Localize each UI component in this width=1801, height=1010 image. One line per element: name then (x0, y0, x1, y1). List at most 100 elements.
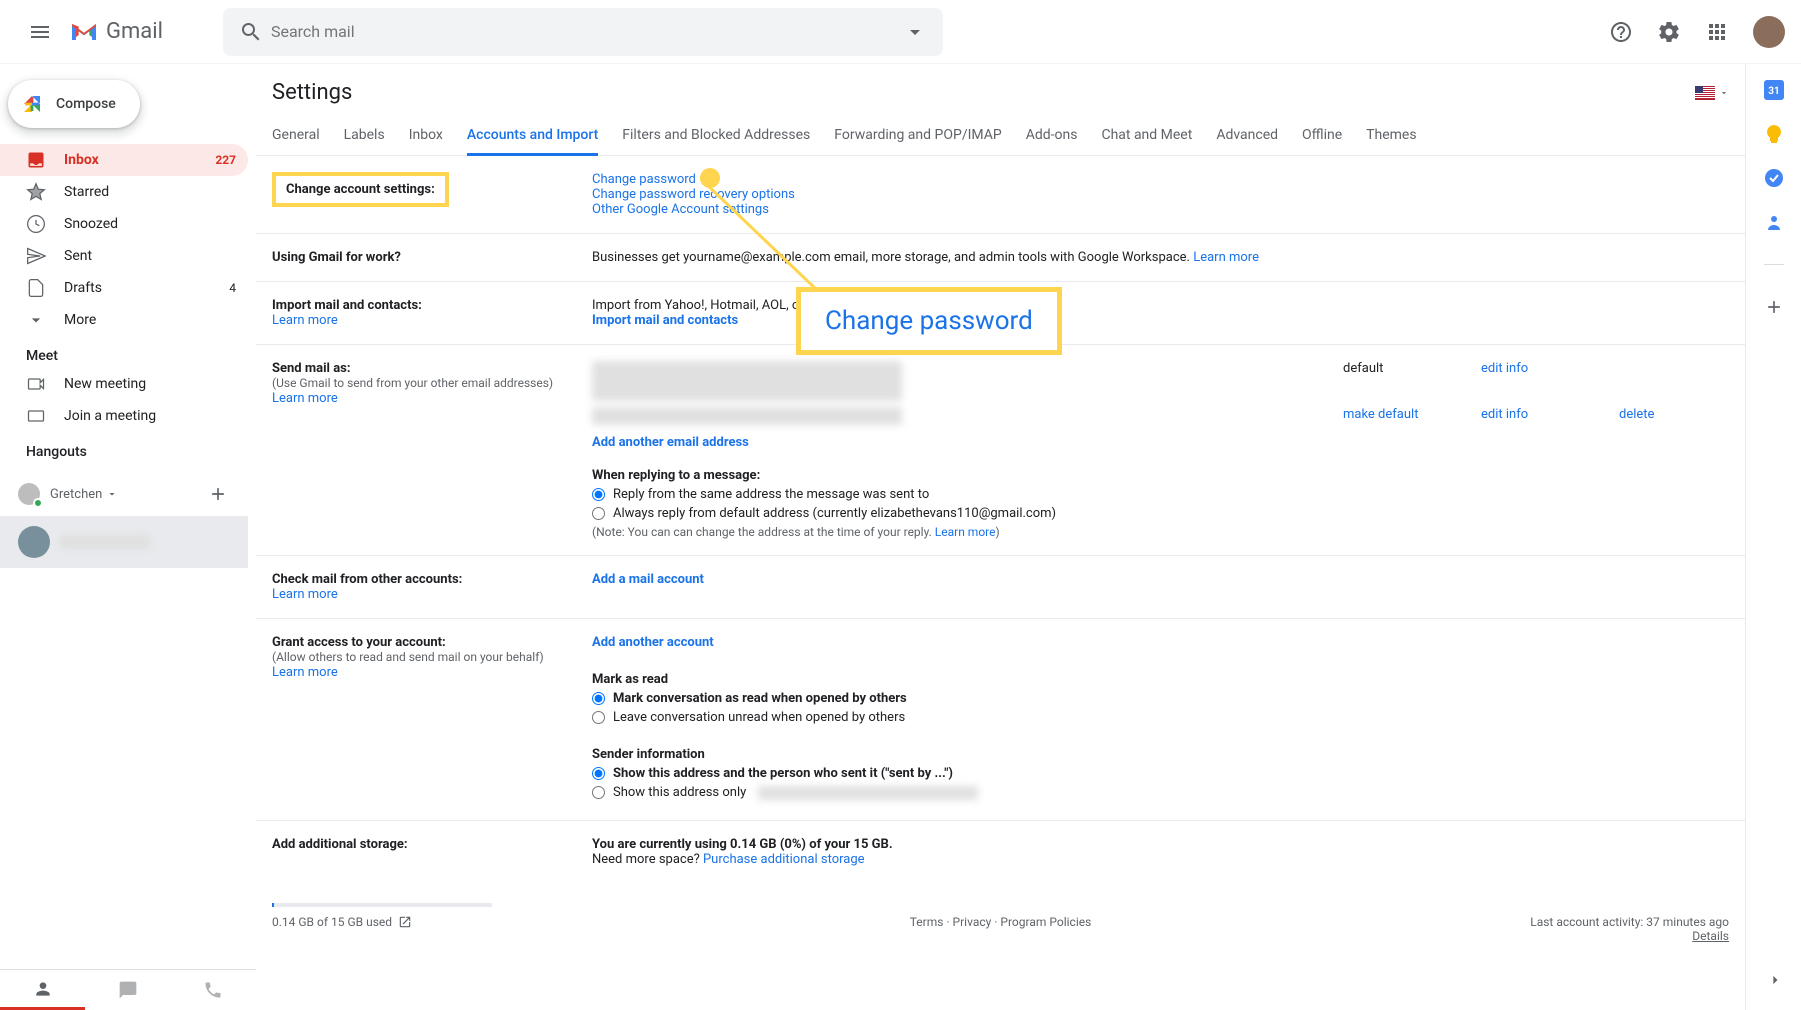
reply-same-radio[interactable] (592, 488, 605, 501)
import-learn-more-link[interactable]: Learn more (272, 313, 338, 328)
nav-more[interactable]: More (0, 304, 248, 336)
highlighted-label: Change account settings: (272, 172, 449, 207)
check-label: Check mail from other accounts: (272, 572, 462, 587)
leave-unread-radio[interactable] (592, 711, 605, 724)
logo-text: Gmail (106, 19, 163, 44)
tab-forwarding[interactable]: Forwarding and POP/IMAP (834, 117, 1001, 155)
nav-drafts[interactable]: Drafts 4 (0, 272, 248, 304)
email-redacted (592, 361, 902, 401)
language-selector[interactable] (1695, 86, 1729, 100)
chevron-down-icon (26, 310, 46, 330)
show-only-radio[interactable] (592, 786, 605, 799)
collapse-panel-icon[interactable] (1765, 970, 1785, 994)
tab-labels[interactable]: Labels (344, 117, 385, 155)
search-bar (223, 8, 943, 56)
send-label: Send mail as: (272, 361, 351, 376)
search-input[interactable] (271, 22, 895, 41)
privacy-link[interactable]: Privacy (953, 915, 992, 929)
nav-inbox[interactable]: Inbox 227 (0, 144, 248, 176)
terms-link[interactable]: Terms (910, 915, 944, 929)
hangouts-contacts-tab[interactable] (0, 970, 85, 1010)
check-learn-more-link[interactable]: Learn more (272, 587, 338, 602)
grant-learn-more-link[interactable]: Learn more (272, 665, 338, 680)
page-title: Settings (272, 80, 352, 105)
conversation-item[interactable] (0, 516, 248, 568)
edit-info-link[interactable]: edit info (1481, 407, 1528, 422)
other-account-settings-link[interactable]: Other Google Account settings (592, 202, 769, 217)
change-password-link[interactable]: Change password (592, 172, 696, 187)
tasks-app-icon[interactable] (1764, 168, 1784, 188)
send-learn-more-link[interactable]: Learn more (272, 391, 338, 406)
policies-link[interactable]: Program Policies (1000, 915, 1091, 929)
main-menu-button[interactable] (16, 8, 64, 56)
storage-need: Need more space? (592, 852, 703, 867)
hangouts-heading: Hangouts (0, 432, 248, 464)
send-sublabel: (Use Gmail to send from your other email… (272, 376, 553, 390)
reply-always-radio[interactable] (592, 507, 605, 520)
tab-offline[interactable]: Offline (1302, 117, 1342, 155)
add-email-link[interactable]: Add another email address (592, 435, 749, 450)
hangouts-current-user[interactable]: Gretchen (0, 472, 248, 516)
external-link-icon[interactable] (398, 915, 412, 943)
highlight-marker (700, 168, 720, 188)
edit-info-link[interactable]: edit info (1481, 361, 1528, 376)
tab-chat[interactable]: Chat and Meet (1101, 117, 1192, 155)
nav-snoozed[interactable]: Snoozed (0, 208, 248, 240)
nav-new-meeting[interactable]: New meeting (0, 368, 248, 400)
tab-filters[interactable]: Filters and Blocked Addresses (622, 117, 810, 155)
contact-avatar (18, 526, 50, 558)
video-icon (26, 374, 46, 394)
add-contact-icon[interactable] (202, 478, 234, 510)
mark-read-radio[interactable] (592, 692, 605, 705)
contact-name-redacted (60, 535, 150, 549)
apps-icon[interactable] (1697, 12, 1737, 52)
add-mail-account-link[interactable]: Add a mail account (592, 572, 704, 587)
clock-icon (26, 214, 46, 234)
help-icon[interactable] (1601, 12, 1641, 52)
tab-accounts[interactable]: Accounts and Import (467, 117, 598, 156)
delete-link[interactable]: delete (1619, 407, 1654, 422)
work-learn-more-link[interactable]: Learn more (1193, 250, 1259, 265)
address-redacted (758, 786, 978, 800)
import-mail-link[interactable]: Import mail and contacts (592, 313, 738, 328)
grant-sublabel: (Allow others to read and send mail on y… (272, 650, 544, 664)
keep-app-icon[interactable] (1764, 124, 1784, 144)
hangouts-calls-tab[interactable] (171, 970, 256, 1010)
star-icon (26, 182, 46, 202)
tab-themes[interactable]: Themes (1366, 117, 1416, 155)
callout-popup: Change password (796, 287, 1062, 355)
work-label: Using Gmail for work? (272, 250, 401, 265)
presence-indicator (33, 498, 43, 508)
calendar-app-icon[interactable]: 31 (1764, 80, 1784, 100)
send-icon (26, 246, 46, 266)
recovery-options-link[interactable]: Change password recovery options (592, 187, 795, 202)
compose-button[interactable]: Compose (8, 80, 140, 128)
purchase-storage-link[interactable]: Purchase additional storage (703, 852, 865, 867)
storage-using: You are currently using 0.14 GB (0%) of … (592, 837, 893, 852)
show-both-radio[interactable] (592, 767, 605, 780)
add-account-link[interactable]: Add another account (592, 635, 714, 650)
hangouts-chats-tab[interactable] (85, 970, 170, 1010)
work-text: Businesses get yourname@example.com emai… (592, 250, 1190, 265)
tab-general[interactable]: General (272, 117, 320, 155)
tab-advanced[interactable]: Advanced (1216, 117, 1278, 155)
nav-starred[interactable]: Starred (0, 176, 248, 208)
account-avatar[interactable] (1753, 16, 1785, 48)
details-link[interactable]: Details (1692, 929, 1729, 943)
search-options-icon[interactable] (895, 12, 935, 52)
gmail-logo[interactable]: Gmail (68, 19, 163, 44)
reply-learn-more-link[interactable]: Learn more (935, 525, 996, 539)
import-label: Import mail and contacts: (272, 298, 422, 313)
make-default-link[interactable]: make default (1343, 407, 1418, 422)
settings-icon[interactable] (1649, 12, 1689, 52)
nav-join-meeting[interactable]: Join a meeting (0, 400, 248, 432)
tab-addons[interactable]: Add-ons (1026, 117, 1078, 155)
contacts-app-icon[interactable] (1764, 212, 1784, 232)
inbox-icon (26, 150, 46, 170)
search-icon[interactable] (231, 12, 271, 52)
tab-inbox[interactable]: Inbox (409, 117, 443, 155)
user-avatar (18, 483, 40, 505)
nav-sent[interactable]: Sent (0, 240, 248, 272)
get-addons-icon[interactable] (1764, 297, 1784, 317)
meet-heading: Meet (0, 336, 248, 368)
